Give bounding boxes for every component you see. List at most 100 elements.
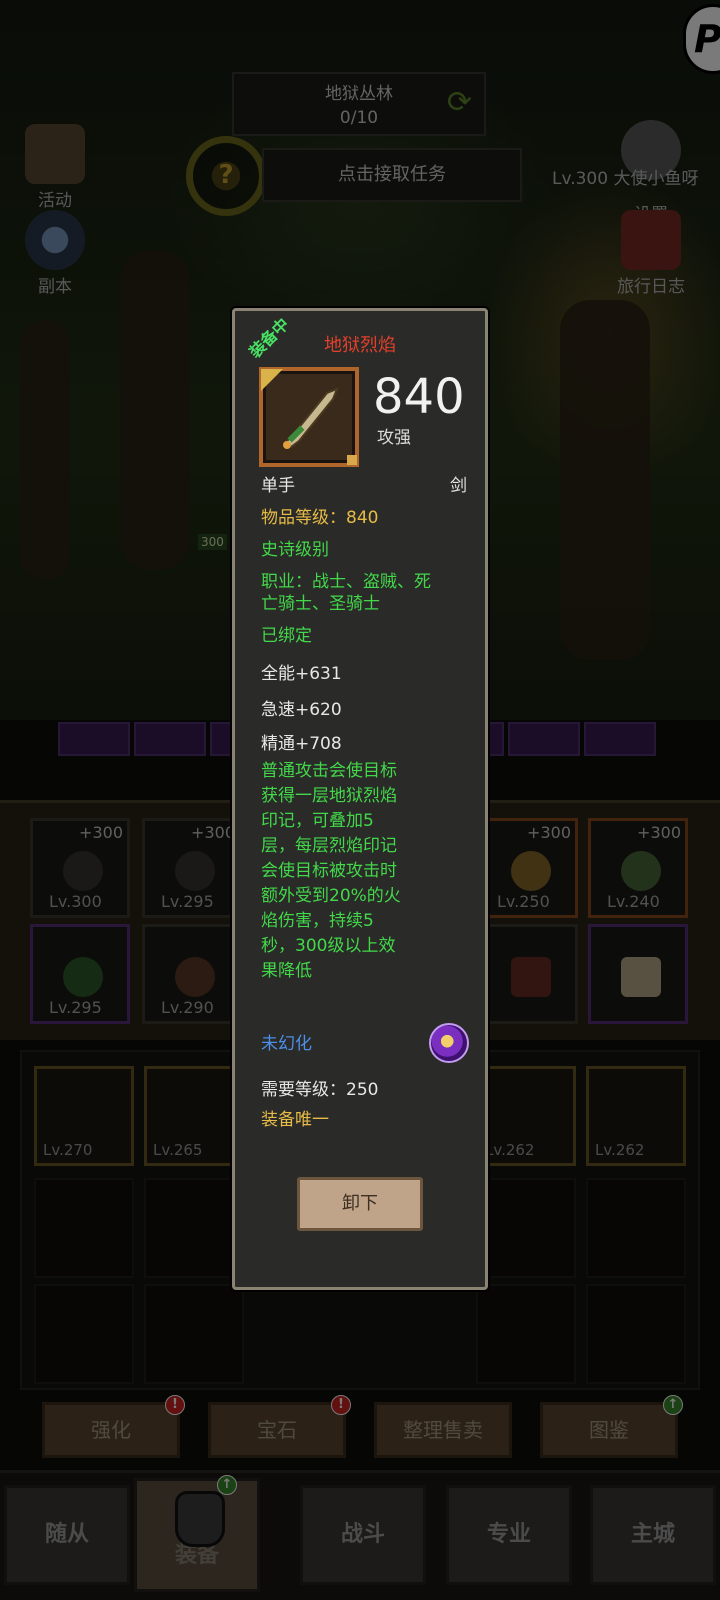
task-help-icon[interactable]: ?	[186, 136, 266, 216]
item-icon	[511, 957, 551, 997]
accept-task-button[interactable]: 点击接取任务	[262, 148, 522, 202]
enhance-level: +300	[637, 823, 681, 842]
inventory-slot[interactable]	[144, 1178, 244, 1278]
item-level: Lv.295	[49, 998, 102, 1017]
alert-badge: !	[165, 1395, 185, 1415]
refresh-icon[interactable]: ⟳	[447, 88, 472, 118]
equip-slot[interactable]: Lv.290	[142, 924, 242, 1024]
item-tooltip: 装备中 地狱烈焰 840 攻强 单手 剑 物品等级：840 史诗级别 职业：战士…	[232, 308, 488, 1290]
description-line: 额外受到20%的火	[261, 886, 401, 906]
equip-slot[interactable]: +300 Lv.240	[588, 818, 688, 918]
power-label: 攻强	[377, 428, 411, 448]
item-level: Lv.262	[485, 1141, 535, 1159]
gem-button[interactable]: 宝石 !	[208, 1395, 351, 1458]
classes-line-2: 亡骑士、圣骑士	[261, 594, 380, 614]
travel-log-label: 旅行日志	[617, 277, 685, 297]
equip-slot[interactable]: +300 Lv.300	[30, 818, 130, 918]
skill-segment	[134, 722, 206, 756]
gem-label: 宝石	[257, 1418, 297, 1442]
hp-tag: 300	[198, 534, 227, 550]
item-level: Lv.290	[161, 998, 214, 1017]
nav-equipment[interactable]: ↑ 装备	[134, 1475, 260, 1592]
stat-mastery: 精通+708	[261, 734, 342, 754]
book-icon	[621, 210, 681, 270]
inventory-slot[interactable]	[34, 1178, 134, 1278]
inventory-slot[interactable]: Lv.262	[586, 1066, 686, 1166]
inventory-slot[interactable]	[586, 1284, 686, 1384]
item-icon	[63, 851, 103, 891]
description-line: 层，每层烈焰印记	[261, 836, 397, 856]
item-level: Lv.295	[161, 892, 214, 911]
item-icon	[175, 957, 215, 997]
portal-icon	[25, 210, 85, 270]
unequip-button[interactable]: 卸下	[297, 1177, 423, 1231]
travel-log-button[interactable]: 旅行日志	[606, 210, 696, 297]
item-level: Lv.262	[595, 1141, 645, 1159]
unique-equip: 装备唯一	[261, 1110, 329, 1130]
dungeon-button[interactable]: 副本	[10, 210, 100, 297]
weapon-type: 剑	[450, 476, 467, 496]
description-line: 果降低	[261, 961, 312, 981]
transmog-status: 未幻化	[261, 1034, 312, 1054]
up-badge: ↑	[663, 1395, 683, 1415]
tree-trunk	[560, 300, 650, 660]
equip-slot[interactable]	[588, 924, 688, 1024]
skill-segment	[58, 722, 130, 756]
enhance-level: +300	[527, 823, 571, 842]
description-line: 印记，可叠加5	[261, 811, 374, 831]
enhance-label: 强化	[91, 1418, 131, 1442]
sort-sell-label: 整理售卖	[403, 1418, 483, 1442]
tree-trunk	[20, 320, 70, 580]
item-level: Lv.250	[497, 892, 550, 911]
enhance-button[interactable]: 强化 !	[42, 1395, 185, 1458]
stat-versatility: 全能+631	[261, 664, 342, 684]
enhance-level: +300	[79, 823, 123, 842]
equip-slot[interactable]: +300 Lv.295	[142, 818, 242, 918]
zone-panel[interactable]: 地狱丛林 0/10 ⟳	[232, 72, 486, 136]
item-description: 普通攻击会使目标 获得一层地狱烈焰 印记，可叠加5 层，每层烈焰印记 会使目标被…	[261, 759, 431, 984]
tree-trunk	[120, 250, 190, 570]
inventory-slot[interactable]: Lv.270	[34, 1066, 134, 1166]
classes-line-1: 职业：战士、盗贼、死	[261, 572, 431, 592]
activity-label: 活动	[38, 191, 72, 211]
equip-slot[interactable]	[478, 924, 578, 1024]
nav-profession[interactable]: 专业	[446, 1485, 572, 1585]
sort-sell-button[interactable]: 整理售卖	[374, 1402, 512, 1458]
inventory-slot[interactable]	[476, 1178, 576, 1278]
stat-haste: 急速+620	[261, 700, 342, 720]
hand-type: 单手	[261, 476, 295, 496]
scroll-icon	[25, 124, 85, 184]
frame-corner	[261, 369, 283, 391]
item-power: 840	[373, 369, 465, 425]
codex-button[interactable]: 图鉴 ↑	[540, 1395, 683, 1458]
quality-line: 史诗级别	[261, 540, 329, 560]
up-badge: ↑	[217, 1475, 237, 1495]
inventory-slot[interactable]: Lv.265	[144, 1066, 244, 1166]
alert-badge: !	[331, 1395, 351, 1415]
item-level: Lv.270	[43, 1141, 93, 1159]
description-line: 普通攻击会使目标	[261, 761, 397, 781]
armor-icon	[175, 1491, 225, 1547]
inventory-slot[interactable]: Lv.262	[476, 1066, 576, 1166]
inventory-slot[interactable]	[476, 1284, 576, 1384]
skill-segment	[508, 722, 580, 756]
equip-slot[interactable]: +300 Lv.250	[478, 818, 578, 918]
hand-type-row: 单手 剑	[261, 475, 467, 498]
activity-button[interactable]: 活动	[10, 124, 100, 211]
skill-segment	[584, 722, 656, 756]
inventory-slot[interactable]	[144, 1284, 244, 1384]
description-line: 会使目标被攻击时	[261, 861, 397, 881]
description-line: 秒，300级以上效	[261, 936, 396, 956]
equip-slot[interactable]: Lv.295	[30, 924, 130, 1024]
item-icon	[621, 851, 661, 891]
item-level: Lv.300	[49, 892, 102, 911]
item-icon	[175, 851, 215, 891]
description-line: 获得一层地狱烈焰	[261, 786, 397, 806]
item-level-line: 物品等级：840	[261, 508, 379, 528]
inventory-slot[interactable]	[586, 1178, 686, 1278]
nav-battle[interactable]: 战斗	[300, 1485, 426, 1585]
transmog-orb-icon[interactable]	[429, 1023, 469, 1063]
nav-main-city[interactable]: 主城	[590, 1485, 716, 1585]
nav-followers[interactable]: 随从	[4, 1485, 130, 1585]
inventory-slot[interactable]	[34, 1284, 134, 1384]
